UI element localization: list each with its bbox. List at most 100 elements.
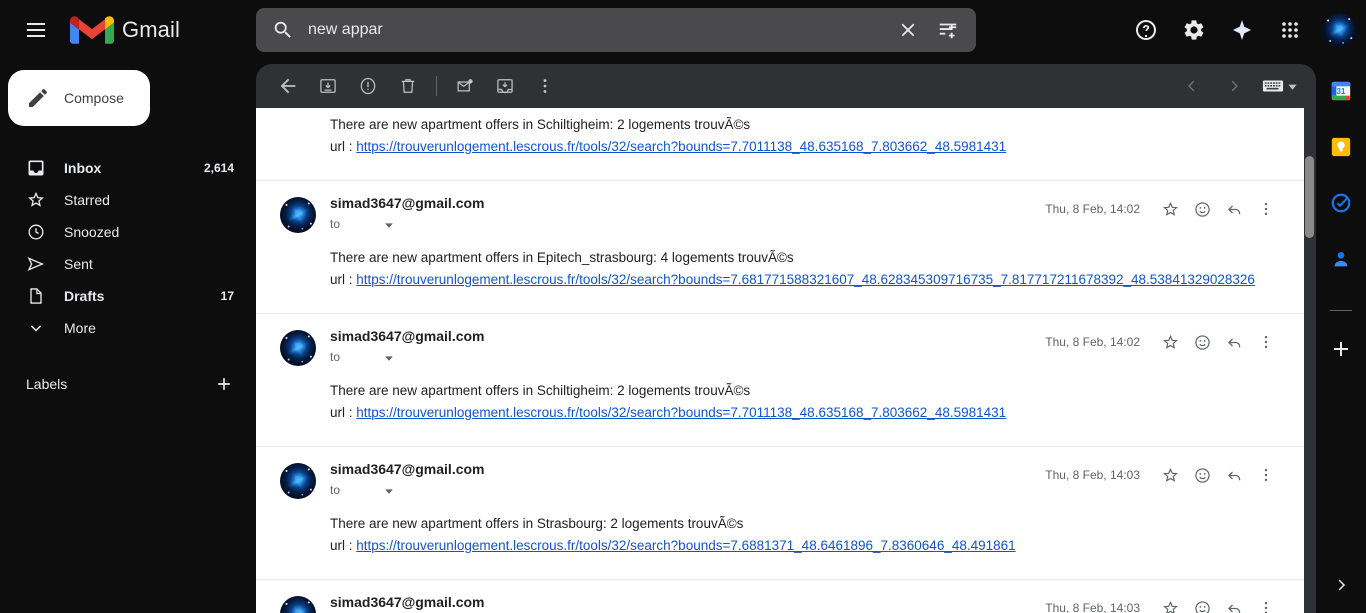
message-more-button[interactable]: [1252, 328, 1280, 356]
message-url-link[interactable]: https://trouverunlogement.lescrous.fr/to…: [356, 405, 1006, 420]
sidebar-item-starred[interactable]: Starred: [0, 184, 256, 216]
add-app-button[interactable]: [1329, 337, 1353, 361]
draft-icon: [26, 286, 46, 306]
message-url-link[interactable]: https://trouverunlogement.lescrous.fr/to…: [356, 538, 1015, 553]
message-row[interactable]: simad3647@gmail.com to Thu, 8 Feb, 14:03: [256, 446, 1304, 579]
input-tools-button[interactable]: [1262, 78, 1298, 94]
calendar-day-number: 31: [1337, 87, 1346, 96]
recipient-details-toggle[interactable]: [384, 485, 394, 495]
help-button[interactable]: [1126, 10, 1166, 50]
message-meta: simad3647@gmail.com to: [330, 461, 1045, 497]
sidebar-item-sent[interactable]: Sent: [0, 248, 256, 280]
message-list-scrollbar[interactable]: [1304, 108, 1316, 613]
more-vertical-icon: [1264, 335, 1268, 349]
reply-button[interactable]: [1220, 594, 1248, 613]
search-options-icon: [939, 23, 957, 39]
star-button[interactable]: [1156, 594, 1184, 613]
sidebar-item-inbox[interactable]: Inbox 2,614: [0, 152, 256, 184]
next-message-button[interactable]: [1214, 66, 1254, 106]
google-keep-icon: [1331, 137, 1351, 157]
reply-button[interactable]: [1220, 195, 1248, 223]
message-row[interactable]: There are new apartment offers in Schilt…: [256, 108, 1304, 180]
delete-button[interactable]: [388, 66, 428, 106]
archive-button[interactable]: [308, 66, 348, 106]
previous-message-button[interactable]: [1172, 66, 1212, 106]
message-header: simad3647@gmail.com to Thu, 8 Feb, 14:02: [280, 314, 1280, 366]
recipient-row: to: [330, 217, 1045, 231]
toolbar-right-controls: [1172, 64, 1298, 108]
search-input[interactable]: [308, 21, 888, 39]
to-label: to: [330, 217, 341, 231]
add-reaction-button[interactable]: [1188, 328, 1216, 356]
star-button[interactable]: [1156, 461, 1184, 489]
sparkle-icon: [1233, 20, 1251, 40]
settings-button[interactable]: [1174, 10, 1214, 50]
message-more-button[interactable]: [1252, 461, 1280, 489]
google-keep-button[interactable]: [1330, 136, 1352, 158]
message-row[interactable]: simad3647@gmail.com to Thu, 8 Feb, 14:02: [256, 180, 1304, 313]
compose-label: Compose: [64, 90, 124, 106]
sidebar-item-label: Sent: [64, 256, 93, 272]
message-more-button[interactable]: [1252, 594, 1280, 613]
compose-button[interactable]: Compose: [8, 70, 150, 126]
message-more-button[interactable]: [1252, 195, 1280, 223]
sidebar-item-label: Snoozed: [64, 224, 120, 240]
google-contacts-button[interactable]: [1330, 248, 1352, 270]
recipient-details-toggle[interactable]: [384, 352, 394, 362]
more-options-button[interactable]: [525, 66, 565, 106]
sidebar-item-count: 2,614: [203, 161, 234, 175]
sidebar-item-snoozed[interactable]: Snoozed: [0, 216, 256, 248]
move-to-inbox-button[interactable]: [485, 66, 525, 106]
report-spam-button[interactable]: [348, 66, 388, 106]
sidebar-item-more[interactable]: More: [0, 312, 256, 344]
reply-button[interactable]: [1220, 328, 1248, 356]
message-row[interactable]: simad3647@gmail.com to Thu, 8 Feb, 14:02: [256, 313, 1304, 446]
reply-button[interactable]: [1220, 461, 1248, 489]
caret-down-icon: [385, 356, 393, 361]
message-meta: simad3647@gmail.com to: [330, 328, 1045, 364]
star-button[interactable]: [1156, 328, 1184, 356]
message-actions: Thu, 8 Feb, 14:02: [1045, 328, 1280, 356]
pencil-icon: [29, 88, 48, 107]
star-icon: [1162, 334, 1178, 349]
add-reaction-button[interactable]: [1188, 594, 1216, 613]
message-url-link[interactable]: https://trouverunlogement.lescrous.fr/to…: [356, 272, 1255, 287]
back-button[interactable]: [268, 66, 308, 106]
star-button[interactable]: [1156, 195, 1184, 223]
sender-email: simad3647@gmail.com: [330, 195, 485, 211]
more-vertical-icon: [1264, 468, 1268, 482]
left-sidebar: Compose Inbox 2,614 Starred Snoozed Sent…: [0, 60, 256, 613]
gmail-brand[interactable]: Gmail: [70, 13, 180, 47]
search-options-button[interactable]: [928, 10, 968, 50]
search-icon: [274, 21, 291, 38]
add-reaction-button[interactable]: [1188, 195, 1216, 223]
create-label-button[interactable]: [214, 374, 234, 394]
message-url-link[interactable]: https://trouverunlogement.lescrous.fr/to…: [356, 139, 1006, 154]
clear-search-button[interactable]: [888, 10, 928, 50]
message-header: simad3647@gmail.com to Thu, 8 Feb, 14:03: [280, 580, 1280, 613]
google-calendar-button[interactable]: 31: [1330, 80, 1352, 102]
expand-side-panel-button[interactable]: [1327, 571, 1355, 599]
message-thread-list[interactable]: There are new apartment offers in Schilt…: [256, 108, 1304, 613]
google-apps-button[interactable]: [1270, 10, 1310, 50]
to-label: to: [330, 350, 341, 364]
mark-unread-button[interactable]: [445, 66, 485, 106]
message-url-line: url : https://trouverunlogement.lescrous…: [330, 136, 1280, 158]
main-menu-button[interactable]: [12, 6, 60, 54]
google-tasks-button[interactable]: [1330, 192, 1352, 214]
add-reaction-button[interactable]: [1188, 461, 1216, 489]
message-row[interactable]: simad3647@gmail.com to Thu, 8 Feb, 14:03: [256, 579, 1304, 613]
recipient-details-toggle[interactable]: [384, 219, 394, 229]
message-body: There are new apartment offers in Schilt…: [280, 108, 1280, 180]
message-url-line: url : https://trouverunlogement.lescrous…: [330, 402, 1280, 424]
scrollbar-thumb[interactable]: [1305, 156, 1314, 238]
caret-down-icon: [385, 489, 393, 494]
message-body: There are new apartment offers in Strasb…: [280, 499, 1280, 579]
search-bar[interactable]: [256, 8, 976, 52]
sidebar-item-label: More: [64, 320, 96, 336]
google-calendar-icon: 31: [1331, 81, 1351, 101]
account-avatar[interactable]: [1322, 13, 1356, 47]
message-text: There are new apartment offers in Schilt…: [330, 383, 751, 398]
sidebar-item-drafts[interactable]: Drafts 17: [0, 280, 256, 312]
gemini-button[interactable]: [1222, 10, 1262, 50]
